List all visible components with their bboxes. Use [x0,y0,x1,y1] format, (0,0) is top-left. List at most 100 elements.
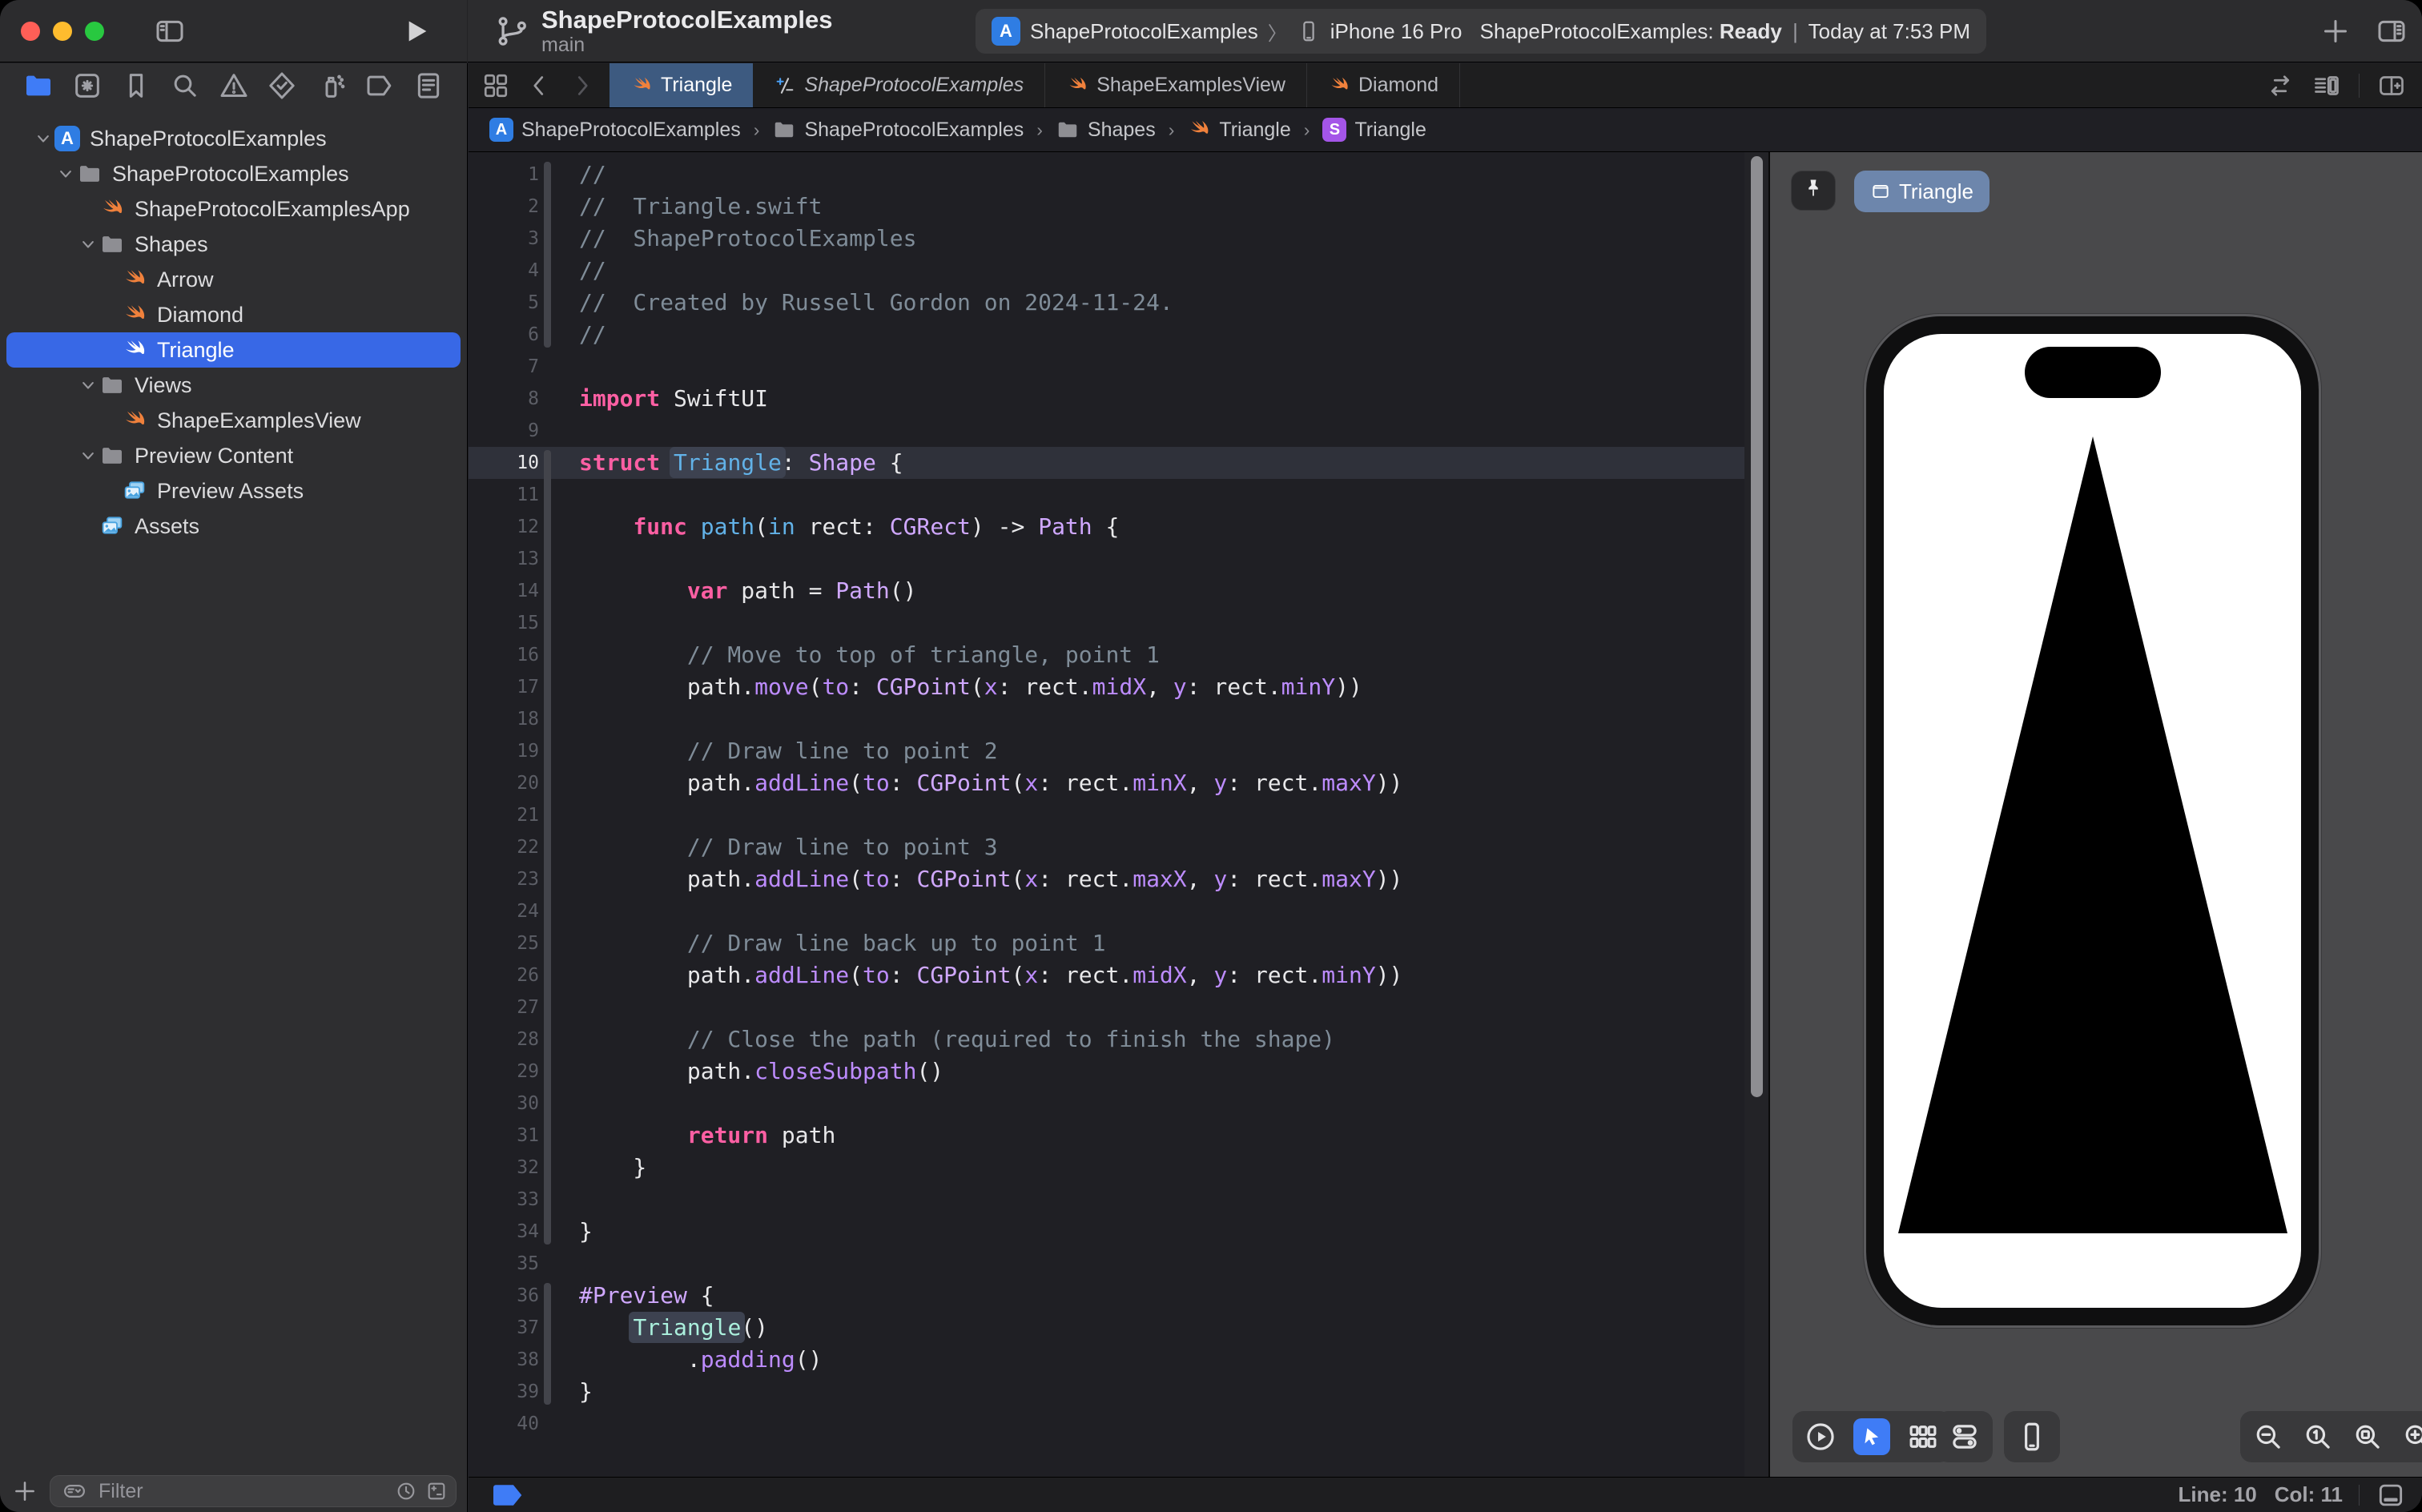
code-line[interactable]: 26 path.addLine(to: CGPoint(x: rect.midX… [469,959,1744,991]
sidebar-item-views[interactable]: Views [6,368,461,403]
sidebar-item-shapeprotocolexamples[interactable]: ShapeProtocolExamples [6,156,461,191]
code-line[interactable]: 6// [469,319,1744,351]
sidebar-item-shapes[interactable]: Shapes [6,227,461,262]
code-line[interactable]: 1// [469,159,1744,191]
disclosure-chevron-icon[interactable] [99,339,122,361]
code-line[interactable]: 32 } [469,1152,1744,1184]
fold-ribbon-segment[interactable] [544,450,551,1245]
disclosure-chevron-icon[interactable] [77,198,99,220]
debug-navigator-icon[interactable] [315,70,347,102]
device-settings-icon[interactable] [1948,1420,1981,1454]
disclosure-chevron-icon[interactable] [99,268,122,291]
preview-target-chip[interactable]: Triangle [1854,171,1990,212]
disclosure-chevron-icon[interactable] [77,515,99,537]
code-line[interactable]: 3// ShapeProtocolExamples [469,223,1744,255]
disclosure-chevron-icon[interactable] [32,127,54,150]
code-line[interactable]: 30 [469,1088,1744,1120]
add-editor-split-icon[interactable] [2377,71,2406,100]
code-line[interactable]: 18 [469,703,1744,735]
code-line[interactable]: 20 path.addLine(to: CGPoint(x: rect.minX… [469,767,1744,799]
breadcrumb-item[interactable]: ShapeProtocolExamples [772,118,1024,142]
code-line[interactable]: 15 [469,607,1744,639]
recent-files-clock-icon[interactable] [395,1480,417,1502]
source-editor[interactable]: 1//2// Triangle.swift3// ShapeProtocolEx… [469,152,1744,1477]
code-line[interactable]: 24 [469,895,1744,927]
tab-diamond[interactable]: Diamond [1307,63,1460,107]
iphone-screen[interactable] [1884,334,2301,1308]
tests-navigator-icon[interactable] [266,70,298,102]
destination-name[interactable]: iPhone 16 Pro [1330,19,1462,44]
source-control-changes-icon[interactable] [71,70,103,102]
code-line[interactable]: 22 // Draw line to point 3 [469,831,1744,863]
breadcrumb-item[interactable]: Shapes [1056,118,1156,142]
sidebar-item-triangle[interactable]: Triangle [6,332,461,368]
project-navigator-folder-icon[interactable] [22,70,54,102]
code-line[interactable]: 36#Preview { [469,1280,1744,1312]
variants-mode-icon[interactable] [1906,1420,1940,1454]
code-line[interactable]: 27 [469,991,1744,1023]
code-line[interactable]: 40 [469,1408,1744,1440]
code-line[interactable]: 37 Triangle() [469,1312,1744,1344]
code-line[interactable]: 11 [469,479,1744,511]
zoom-in-icon[interactable] [2400,1420,2422,1454]
sidebar-item-arrow[interactable]: Arrow [6,262,461,297]
toggle-navigator-icon[interactable] [154,15,186,47]
breakpoints-toggle-icon[interactable] [491,1483,525,1507]
scheme-selector[interactable]: A ShapeProtocolExamples 〉 iPhone 16 Pro [992,17,1462,46]
code-line[interactable]: 25 // Draw line back up to point 1 [469,927,1744,959]
code-line[interactable]: 13 [469,543,1744,575]
disclosure-chevron-icon[interactable] [77,233,99,255]
disclosure-chevron-icon[interactable] [54,163,77,185]
code-line[interactable]: 29 path.closeSubpath() [469,1056,1744,1088]
disclosure-chevron-icon[interactable] [77,374,99,396]
disclosure-chevron-icon[interactable] [77,444,99,467]
code-line[interactable]: 19 // Draw line to point 2 [469,735,1744,767]
code-line[interactable]: 10struct Triangle: Shape { [469,447,1744,479]
disclosure-chevron-icon[interactable] [99,304,122,326]
breakpoints-navigator-icon[interactable] [364,70,396,102]
tab-overview-icon[interactable] [481,71,510,100]
zoom-out-icon[interactable] [2251,1420,2285,1454]
breadcrumb-item[interactable]: AShapeProtocolExamples [489,118,741,142]
code-line[interactable]: 39} [469,1376,1744,1408]
code-line[interactable]: 5// Created by Russell Gordon on 2024-11… [469,287,1744,319]
code-line[interactable]: 8import SwiftUI [469,383,1744,415]
sidebar-item-diamond[interactable]: Diamond [6,297,461,332]
run-button[interactable] [400,15,432,47]
issues-navigator-icon[interactable] [218,70,250,102]
code-line[interactable]: 14 var path = Path() [469,575,1744,607]
fold-ribbon-segment[interactable] [544,162,551,348]
zoom-window-button[interactable] [85,22,104,41]
tab-shapeexamplesview[interactable]: ShapeExamplesView [1045,63,1307,107]
tab-triangle[interactable]: Triangle [610,63,753,107]
sidebar-item-shapeexamplesview[interactable]: ShapeExamplesView [6,403,461,438]
code-line[interactable]: 16 // Move to top of triangle, point 1 [469,639,1744,671]
close-window-button[interactable] [21,22,40,41]
fold-ribbon-segment[interactable] [544,1283,551,1405]
related-items-icon[interactable] [2266,71,2295,100]
pin-preview-button[interactable] [1791,171,1836,211]
bookmarks-icon[interactable] [120,70,152,102]
minimize-window-button[interactable] [53,22,72,41]
editor-scrollbar-thumb[interactable] [1751,156,1763,1097]
code-line[interactable]: 34} [469,1216,1744,1248]
code-line[interactable]: 17 path.move(to: CGPoint(x: rect.midX, y… [469,671,1744,703]
tab-shapeprotocolexamples[interactable]: ShapeProtocolExamples [753,63,1045,107]
zoom-actual-size-icon[interactable] [2301,1420,2335,1454]
code-line[interactable]: 12 func path(in rect: CGRect) -> Path { [469,511,1744,543]
editor-appearance-icon[interactable] [2376,1480,2406,1510]
add-file-icon[interactable] [11,1478,38,1505]
disclosure-chevron-icon[interactable] [99,409,122,432]
sidebar-item-assets[interactable]: Assets [6,509,461,544]
add-editor-tab-icon[interactable] [2319,15,2352,47]
reports-navigator-icon[interactable] [412,70,445,102]
code-line[interactable]: 21 [469,799,1744,831]
filter-options-icon[interactable] [58,1479,91,1503]
selectable-mode-icon[interactable] [1853,1418,1890,1455]
find-navigator-icon[interactable] [169,70,201,102]
breadcrumb-item[interactable]: Triangle [1187,118,1290,142]
disclosure-chevron-icon[interactable] [99,480,122,502]
breadcrumb-item[interactable]: STriangle [1322,118,1426,142]
device-bezel-icon[interactable] [2015,1420,2049,1454]
code-line[interactable]: 35 [469,1248,1744,1280]
